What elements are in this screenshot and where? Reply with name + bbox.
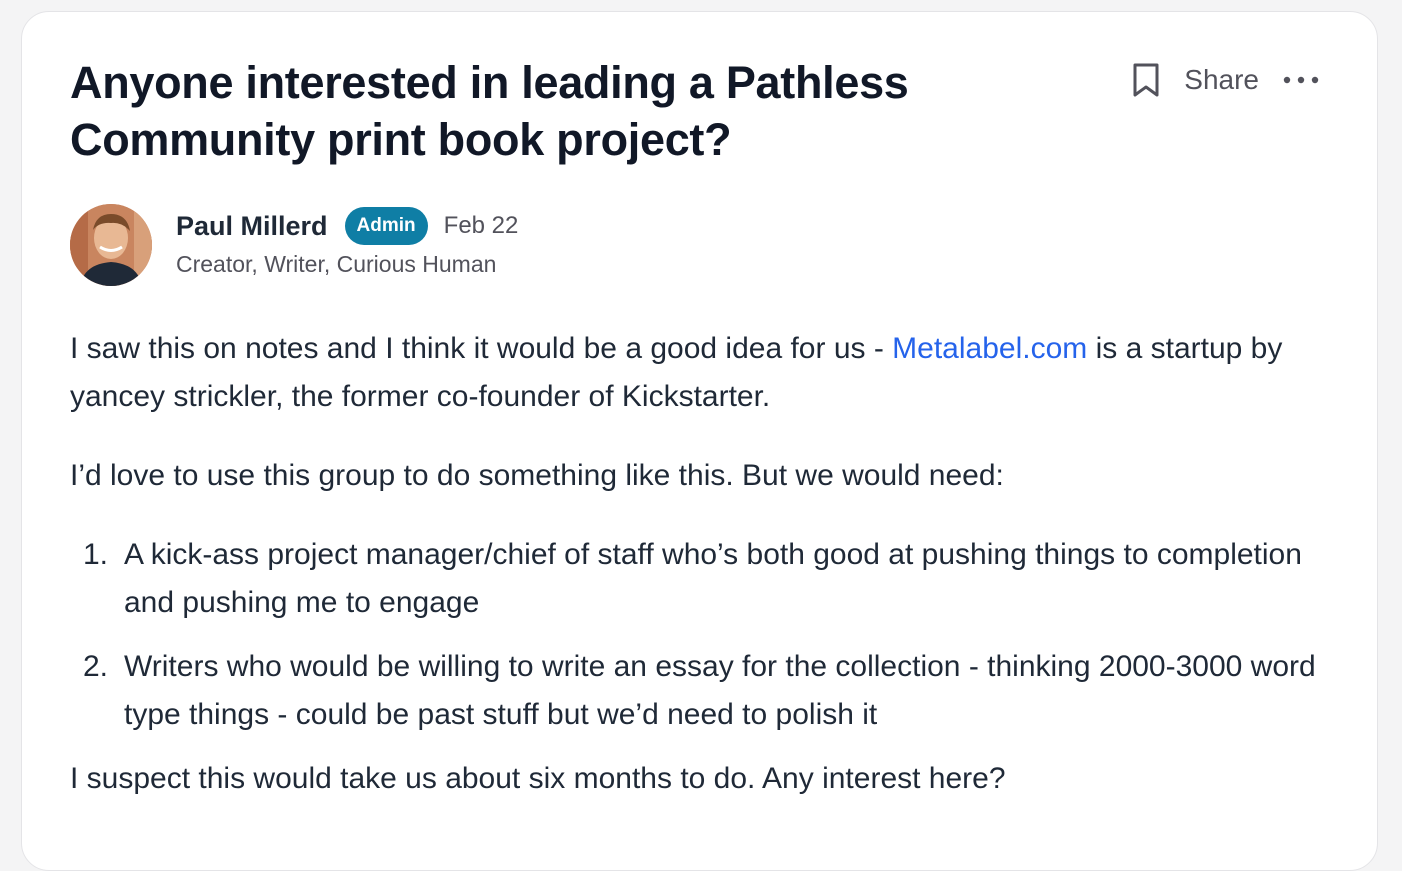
paragraph-1: I saw this on notes and I think it would… xyxy=(70,325,1340,421)
author-block: Paul Millerd Admin Feb 22 Creator, Write… xyxy=(70,204,518,286)
metalabel-link[interactable]: Metalabel.com xyxy=(892,332,1087,365)
author-line: Paul Millerd Admin Feb 22 xyxy=(176,206,518,246)
more-options-button[interactable] xyxy=(1281,60,1321,100)
share-button[interactable]: Share xyxy=(1184,64,1259,96)
author-bio: Creator, Writer, Curious Human xyxy=(176,251,497,277)
post-card: Anyone interested in leading a Pathless … xyxy=(21,11,1378,871)
list-item-number: 1. xyxy=(83,538,109,571)
more-horizontal-icon xyxy=(1283,76,1319,84)
post-title: Anyone interested in leading a Pathless … xyxy=(70,57,909,165)
needs-list: 1. A kick-ass project manager/chief of s… xyxy=(70,531,1340,739)
bookmark-button[interactable] xyxy=(1128,60,1164,100)
paragraph-1-text-a: I saw this on notes and I think it would… xyxy=(70,332,893,365)
admin-badge: Admin xyxy=(344,207,428,245)
paragraph-2: I’d love to use this group to do somethi… xyxy=(70,459,1004,492)
list-item: 2. Writers who would be willing to write… xyxy=(70,643,1340,739)
author-name[interactable]: Paul Millerd xyxy=(176,211,328,242)
post-actions: Share xyxy=(1128,60,1321,100)
avatar[interactable] xyxy=(70,204,152,286)
post-date: Feb 22 xyxy=(443,212,519,239)
list-item: 1. A kick-ass project manager/chief of s… xyxy=(70,531,1340,627)
list-item-text: A kick-ass project manager/chief of staf… xyxy=(124,538,1302,619)
paragraph-3: I suspect this would take us about six m… xyxy=(70,762,1006,795)
post-body: I saw this on notes and I think it would… xyxy=(70,325,1340,803)
list-item-number: 2. xyxy=(83,650,109,683)
author-info: Paul Millerd Admin Feb 22 Creator, Write… xyxy=(176,204,518,278)
bookmark-icon xyxy=(1133,63,1159,97)
list-item-text: Writers who would be willing to write an… xyxy=(124,650,1316,731)
avatar-image xyxy=(70,204,152,286)
